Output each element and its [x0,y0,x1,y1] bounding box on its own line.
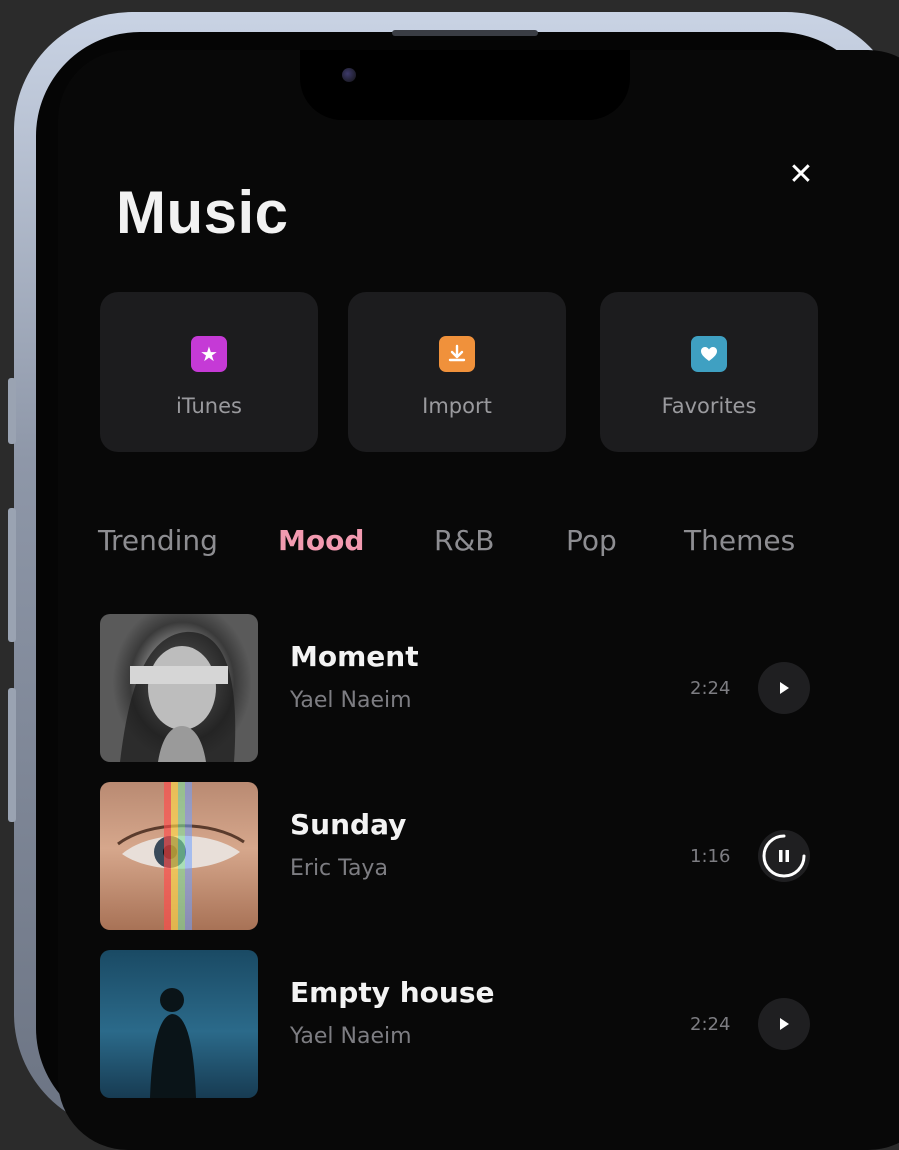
play-button[interactable] [758,998,810,1050]
camera-icon [342,68,356,82]
play-icon [780,682,789,694]
tile-label: Favorites [661,394,757,418]
track-row[interactable]: Moment Yael Naeim 2:24 [100,614,810,762]
pause-icon [762,834,806,878]
import-tile[interactable]: Import [348,292,566,452]
album-cover [100,950,258,1098]
track-title: Sunday [290,808,407,841]
play-button[interactable] [758,662,810,714]
tile-label: iTunes [176,394,242,418]
download-icon [439,336,475,372]
phone-side-button [8,378,16,444]
track-title: Empty house [290,976,495,1009]
album-cover [100,614,258,762]
star-icon: ★ [191,336,227,372]
tab-mood[interactable]: Mood [278,524,364,557]
track-artist: Eric Taya [290,856,388,881]
tab-pop[interactable]: Pop [566,524,617,557]
favorites-tile[interactable]: Favorites [600,292,818,452]
phone-speaker [392,30,538,36]
phone-notch [300,50,630,120]
phone-side-button [8,508,16,642]
page-title: Music [116,179,289,246]
tab-trending[interactable]: Trending [98,524,218,557]
track-row[interactable]: Empty house Yael Naeim 2:24 [100,950,810,1098]
phone-side-button [8,688,16,822]
heart-icon [691,336,727,372]
track-title: Moment [290,640,419,673]
itunes-tile[interactable]: ★ iTunes [100,292,318,452]
track-row[interactable]: Sunday Eric Taya 1:16 [100,782,810,930]
track-artist: Yael Naeim [290,1024,412,1049]
track-duration: 2:24 [690,678,731,699]
play-icon [780,1018,789,1030]
close-button[interactable]: ✕ [786,160,816,190]
track-duration: 1:16 [690,846,731,867]
tab-rnb[interactable]: R&B [434,524,495,557]
album-cover [100,782,258,930]
track-artist: Yael Naeim [290,688,412,713]
tile-label: Import [422,394,492,418]
tab-themes[interactable]: Themes [684,524,795,557]
track-duration: 2:24 [690,1014,731,1035]
app-screen: ✕ Music ★ iTunes Import Favorites Trendi… [58,50,899,1150]
pause-button[interactable] [758,830,810,882]
close-icon: ✕ [788,157,814,192]
